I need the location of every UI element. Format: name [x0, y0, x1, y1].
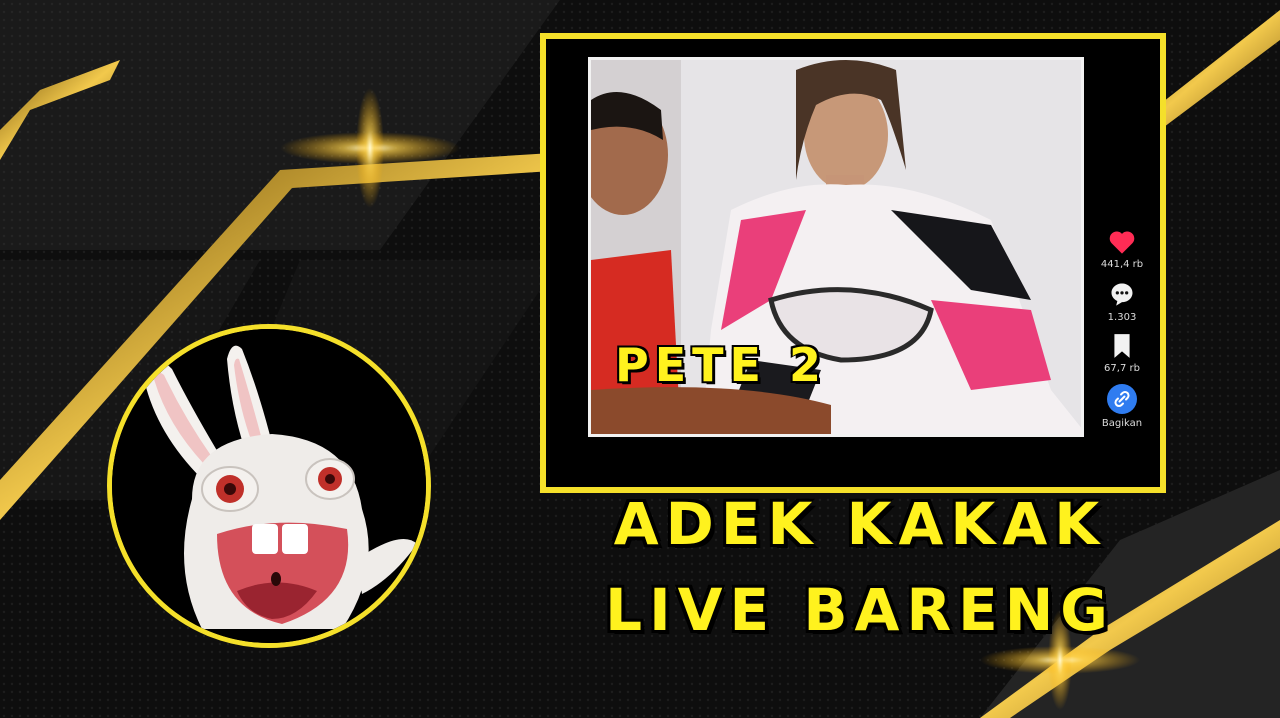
heart-icon [1109, 231, 1135, 254]
share-button[interactable]: Bagikan [1102, 384, 1142, 429]
like-count: 441,4 rb [1100, 259, 1144, 270]
video-card[interactable]: PETE 2 441,4 rb 1.303 67,7 rb Bagikan [540, 33, 1166, 493]
save-button[interactable]: 67,7 rb [1104, 333, 1140, 374]
link-icon [1106, 384, 1137, 414]
like-button[interactable]: 441,4 rb [1101, 229, 1143, 270]
save-count: 67,7 rb [1104, 363, 1140, 374]
bookmark-icon [1114, 334, 1130, 358]
comment-icon [1111, 283, 1133, 306]
comment-count: 1.303 [1107, 312, 1137, 323]
channel-avatar[interactable] [107, 324, 431, 648]
headline-line-1: ADEK KAKAK [613, 490, 1107, 558]
headline-line-2: LIVE BARENG [605, 576, 1115, 644]
comment-button[interactable]: 1.303 [1107, 280, 1137, 323]
rabbid-mascot-image [112, 329, 426, 643]
video-action-rail: 441,4 rb 1.303 67,7 rb Bagikan [1094, 229, 1150, 439]
share-label: Bagikan [1101, 418, 1143, 429]
video-player[interactable]: PETE 2 [588, 57, 1084, 437]
video-overlay-title: PETE 2 [615, 338, 827, 392]
